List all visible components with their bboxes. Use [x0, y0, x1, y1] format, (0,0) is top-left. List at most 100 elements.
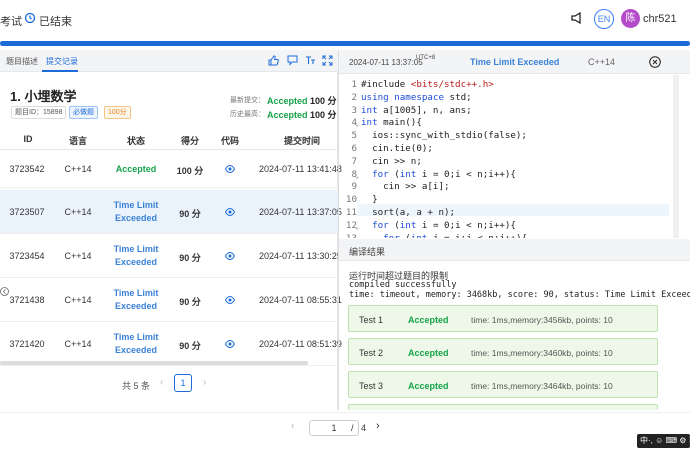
latest-submission-label: 最新提交： — [230, 97, 265, 104]
total-count: 共 5 条 — [122, 381, 151, 391]
row-id: 3723454 — [9, 251, 45, 261]
row-score: 90 分 — [179, 253, 201, 263]
line-number: 11 — [345, 207, 357, 218]
next-page-button[interactable]: › — [203, 377, 206, 388]
code-line: cin >> a[i]; — [361, 181, 450, 193]
required-tag: 必做题 — [69, 106, 98, 119]
problem-title: 1. 小埋数学 — [10, 89, 77, 104]
row-status: Accepted — [115, 164, 157, 174]
compile-message-summary: time: timeout, memory: 3468kb, score: 90… — [349, 290, 690, 300]
table-row[interactable]: 3723507 C++14 Time Limit Exceeded 90 分 2024-0… — [0, 190, 342, 234]
fold-chevron-icon[interactable]: ⌄ — [355, 223, 359, 231]
code-line: int a[1005], n, ans; — [361, 104, 472, 116]
view-code-icon[interactable] — [225, 207, 235, 217]
table-row[interactable]: 3721438 C++14 Time Limit Exceeded 90 分 2024-0… — [0, 278, 342, 322]
row-language: C++14 — [64, 207, 92, 217]
code-vertical-scrollbar[interactable] — [673, 75, 679, 238]
code-line: for (int j = i;j < n;j++){ — [361, 233, 527, 238]
code-line: cin.tie(0); — [361, 143, 433, 154]
best-submission-value: Accepted 100 分 — [267, 110, 337, 120]
code-line: sort(a, a + n); — [361, 207, 456, 218]
col-language: 语言 — [68, 136, 87, 146]
thumbs-up-icon[interactable] — [268, 55, 279, 66]
page-separator: / — [351, 423, 354, 433]
table-row[interactable]: 3723454 C++14 Time Limit Exceeded 90 分 2024-0… — [0, 234, 342, 278]
avatar[interactable]: 陈 — [621, 9, 640, 28]
collapse-arrow-icon[interactable] — [0, 287, 9, 296]
fold-chevron-icon[interactable]: ⌄ — [355, 172, 359, 180]
submission-language: C++14 — [588, 57, 616, 67]
test-detail: time: 1ms,memory:3464kb, points: 10 — [471, 381, 613, 391]
username[interactable]: chr521 — [643, 13, 677, 25]
total-pages: 4 — [361, 423, 367, 433]
bottom-next-button[interactable]: › — [376, 420, 380, 432]
exam-label: 考试 — [0, 16, 22, 28]
exam-status: 已结束 — [39, 16, 72, 28]
tab-submissions[interactable]: 提交记录 — [46, 56, 78, 67]
font-size-icon[interactable] — [305, 55, 316, 66]
compile-message-status: compiled successfully — [349, 280, 457, 290]
clock-icon — [24, 12, 36, 24]
code-line: for (int i = 0;i < n;i++){ — [372, 168, 516, 180]
code-line: } — [361, 194, 378, 206]
row-submit-time: 2024-07-11 13:41:48 — [259, 164, 342, 174]
col-status: 状态 — [126, 136, 145, 146]
submission-status: Time Limit Exceeded — [470, 57, 560, 67]
page-number-button[interactable]: 1 — [174, 374, 192, 392]
row-submit-time: 2024-07-11 08:55:31 — [259, 295, 342, 305]
announcement-icon[interactable] — [570, 11, 584, 25]
row-submit-time: 2024-07-11 13:37:05 — [259, 207, 342, 217]
row-score: 90 分 — [179, 209, 201, 219]
row-language: C++14 — [64, 339, 92, 349]
line-number: 6 — [351, 143, 357, 154]
latest-submission-value: Accepted 100 分 — [267, 96, 337, 106]
fold-chevron-icon[interactable]: ⌄ — [355, 120, 359, 128]
fullscreen-icon[interactable] — [322, 55, 333, 66]
row-submit-time: 2024-07-11 13:30:25 — [259, 251, 342, 261]
view-code-icon[interactable] — [225, 295, 235, 305]
line-number: 1 — [351, 79, 357, 90]
code-line: cin >> n; — [361, 155, 422, 167]
code-line: #include <bits/stdc++.h> — [361, 79, 494, 90]
view-code-icon[interactable] — [225, 251, 235, 261]
table-row[interactable]: 3721420 C++14 Time Limit Exceeded 90 分 2024-0… — [0, 322, 342, 366]
row-id: 3723507 — [9, 207, 45, 217]
table-row[interactable]: 3723542 C++14 Accepted 100 分 2024-07-11 13:4… — [0, 150, 342, 188]
row-language: C++14 — [64, 295, 92, 305]
exam-progress-bar — [0, 41, 690, 46]
active-tab-indicator — [42, 70, 78, 72]
row-score: 90 分 — [179, 297, 201, 307]
code-line: int main(){ — [361, 117, 422, 129]
line-number: 2 — [351, 91, 357, 103]
test-case-result[interactable]: Test 1 Accepted time: 1ms,memory:3456kb, p… — [348, 305, 658, 332]
test-detail: time: 1ms,memory:3460kb, points: 10 — [471, 348, 613, 358]
language-toggle-button[interactable]: EN — [594, 9, 614, 29]
feedback-icon[interactable] — [287, 55, 298, 66]
row-status: Time Limit Exceeded — [113, 288, 159, 311]
tab-description[interactable]: 题目描述 — [6, 56, 38, 67]
test-case-result-partial[interactable] — [348, 404, 658, 410]
fold-chevron-icon[interactable]: ⌄ — [355, 236, 359, 238]
view-code-icon[interactable] — [225, 339, 235, 349]
test-status: Accepted — [408, 381, 449, 391]
timezone: UTC+8 — [416, 55, 436, 61]
code-viewer[interactable]: 1 #include <bits/stdc++.h> 2 using namespac… — [339, 75, 690, 238]
test-status: Accepted — [408, 315, 449, 325]
test-case-result[interactable]: Test 3 Accepted time: 1ms,memory:3464kb, p… — [348, 371, 658, 398]
prev-page-button[interactable]: ‹ — [160, 377, 163, 388]
table-horizontal-scrollbar[interactable] — [0, 361, 308, 365]
bottom-prev-button[interactable]: ‹ — [291, 420, 295, 432]
compile-result-panel: 编译结果 运行时间超过题目的限制 compiled successfully t… — [339, 239, 690, 410]
line-number: 7 — [351, 155, 357, 167]
close-icon[interactable] — [649, 56, 661, 68]
row-language: C++14 — [64, 164, 92, 174]
ime-toolbar[interactable]: 中·, ☺ ⌨ ⚙ ⬛ — [637, 434, 690, 448]
row-score: 90 分 — [179, 341, 201, 351]
view-code-icon[interactable] — [225, 164, 235, 174]
row-score: 100 分 — [176, 166, 204, 176]
submission-detail-header: 2024-07-11 13:37:05 UTC+8 Time Limit Exc… — [339, 50, 690, 74]
test-case-result[interactable]: Test 2 Accepted time: 1ms,memory:3460kb, p… — [348, 338, 658, 365]
submissions-pager: 共 5 条 ‹ 1 › — [0, 374, 338, 394]
test-name: Test 1 — [359, 315, 384, 325]
code-line: using namespace std; — [361, 91, 472, 103]
